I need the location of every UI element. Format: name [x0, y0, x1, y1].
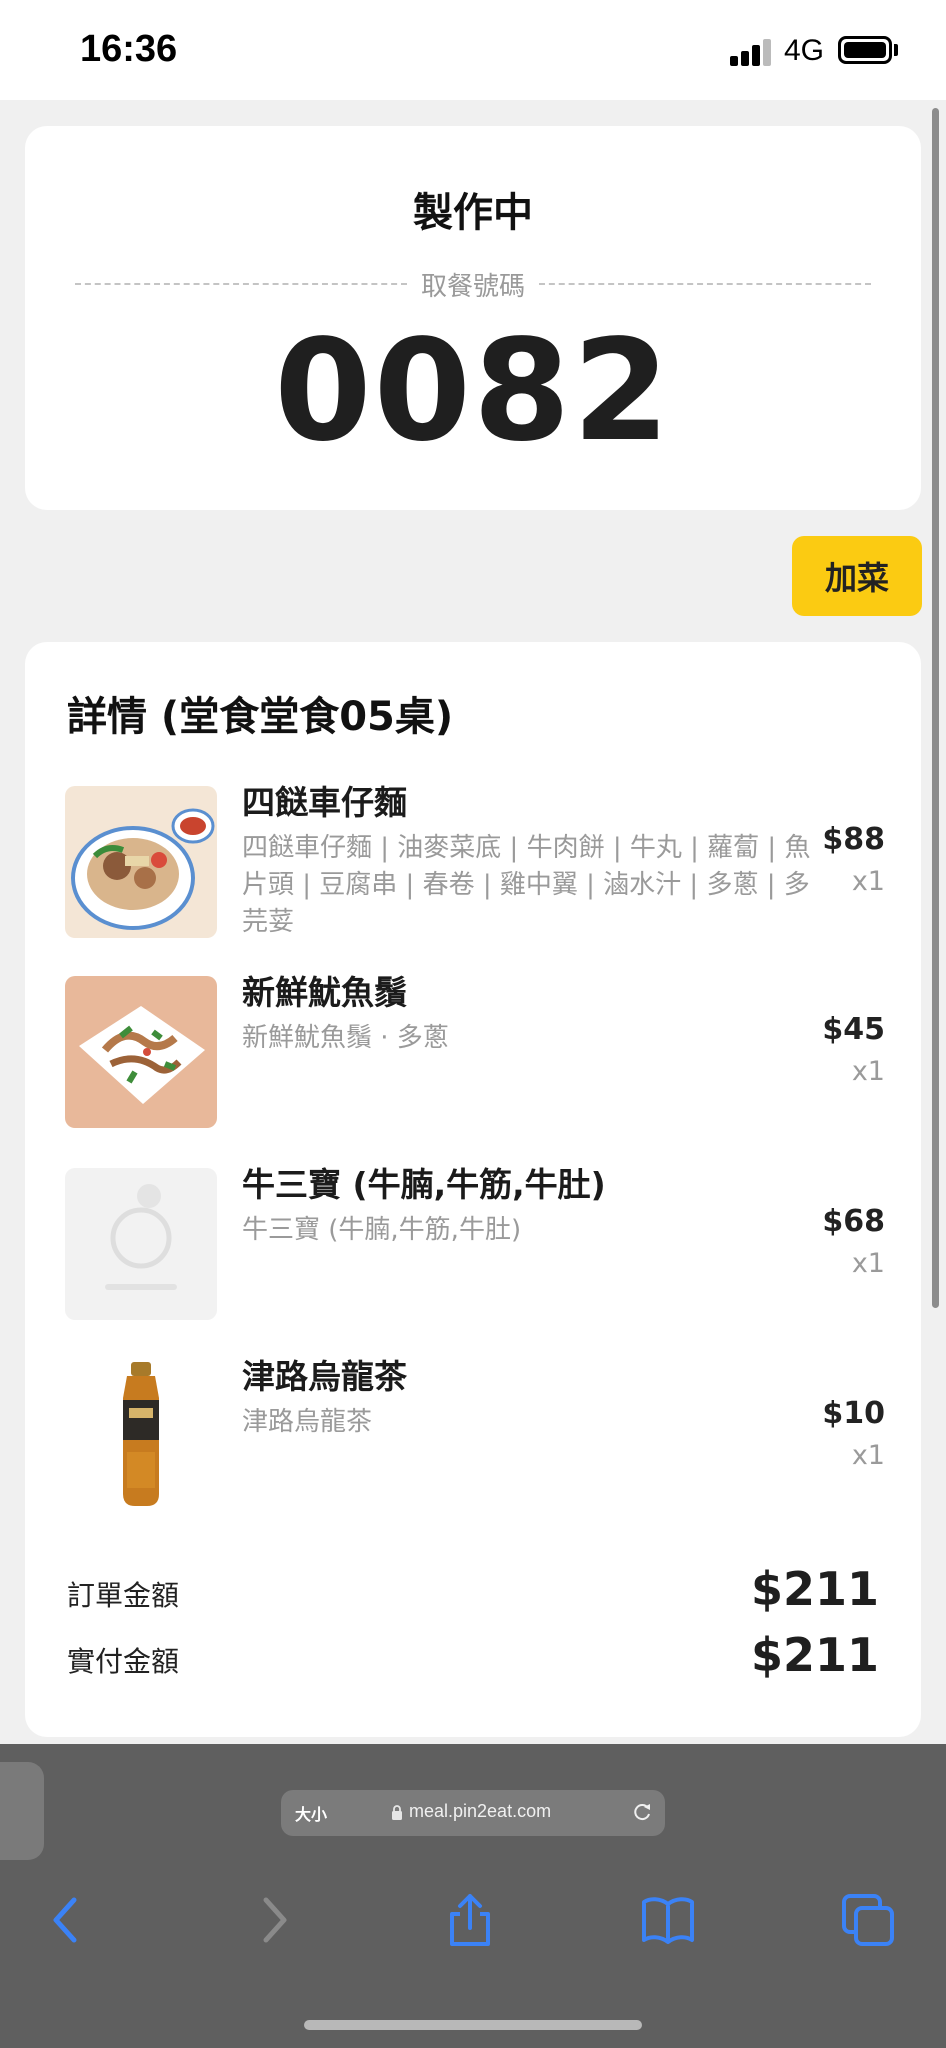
item-quantity: x1 — [851, 1248, 885, 1279]
tea-bottle-image — [65, 1360, 217, 1512]
pickup-divider: 取餐號碼 — [75, 264, 872, 304]
item-quantity: x1 — [851, 866, 885, 897]
item-quantity: x1 — [851, 1440, 885, 1471]
item-price: $45 — [822, 1012, 885, 1047]
order-item[interactable]: 四餸車仔麵 四餸車仔麵 | 油麥菜底 | 牛肉餅 | 牛丸 | 蘿蔔 | 魚片頭… — [65, 783, 885, 956]
item-description: 新鮮魷魚鬚 · 多蔥 — [242, 1023, 449, 1053]
order-status: 製作中 — [413, 190, 533, 236]
side-tab-handle[interactable] — [0, 1762, 44, 1860]
item-name: 牛三寶 (牛腩,牛筋,牛肚) — [242, 1165, 606, 1204]
address-bar[interactable]: 大小 meal.pin2eat.com — [281, 1790, 665, 1836]
lock-icon — [392, 1805, 402, 1820]
signal-icon — [730, 38, 772, 66]
item-name: 新鮮魷魚鬚 — [242, 973, 407, 1012]
squid-plate-image — [65, 976, 217, 1128]
paid-total-label: 實付金額 — [67, 1645, 180, 1678]
browser-toolbar: 大小 meal.pin2eat.com — [0, 1744, 946, 2048]
share-icon[interactable] — [442, 1892, 498, 1948]
add-dish-button[interactable]: 加菜 — [792, 536, 922, 616]
tabs-icon[interactable] — [840, 1892, 896, 1948]
item-price: $68 — [822, 1204, 885, 1239]
status-bar: 16:36 4G — [0, 0, 946, 100]
item-description: 牛三寶 (牛腩,牛筋,牛肚) — [242, 1215, 522, 1245]
network-label: 4G — [784, 34, 825, 67]
status-time: 16:36 — [80, 28, 178, 70]
order-item[interactable]: 津路烏龍茶 津路烏龍茶 $10 x1 — [65, 1357, 885, 1512]
order-item[interactable]: 新鮮魷魚鬚 新鮮魷魚鬚 · 多蔥 $45 x1 — [65, 973, 885, 1128]
home-indicator[interactable] — [304, 2020, 642, 2030]
battery-icon — [838, 36, 892, 64]
bookmarks-icon[interactable] — [640, 1892, 696, 1948]
dashed-line — [75, 283, 407, 285]
order-total-row: 訂單金額 $211 — [67, 1562, 879, 1622]
page-scrollbar[interactable] — [932, 108, 939, 1308]
item-description: 津路烏龍茶 — [242, 1407, 373, 1437]
order-item[interactable]: 牛三寶 (牛腩,牛筋,牛肚) 牛三寶 (牛腩,牛筋,牛肚) $68 x1 — [65, 1165, 885, 1320]
item-price: $88 — [822, 822, 885, 857]
item-price: $10 — [822, 1396, 885, 1431]
details-title: 詳情 (堂食堂食05桌) — [67, 694, 454, 740]
pickup-card: 製作中 取餐號碼 0082 — [25, 126, 921, 510]
order-total-label: 訂單金額 — [67, 1579, 180, 1612]
paid-total-row: 實付金額 $211 — [67, 1628, 879, 1688]
image-placeholder-icon — [65, 1168, 217, 1320]
reload-icon[interactable] — [631, 1801, 653, 1823]
item-description: 四餸車仔麵 | 油麥菜底 | 牛肉餅 | 牛丸 | 蘿蔔 | 魚片頭 | 豆腐串… — [242, 833, 811, 937]
forward-icon[interactable] — [244, 1892, 300, 1948]
pickup-number: 0082 — [274, 310, 672, 473]
pickup-label: 取餐號碼 — [421, 271, 526, 302]
url-text: meal.pin2eat.com — [409, 1801, 552, 1821]
item-name: 四餸車仔麵 — [242, 783, 407, 822]
item-name: 津路烏龍茶 — [242, 1357, 407, 1396]
dashed-line — [539, 283, 872, 285]
noodle-bowl-image — [65, 786, 217, 938]
item-quantity: x1 — [851, 1056, 885, 1087]
order-total-value: $211 — [750, 1562, 879, 1616]
text-size-button[interactable]: 大小 — [295, 1801, 327, 1825]
back-icon[interactable] — [40, 1892, 96, 1948]
paid-total-value: $211 — [750, 1628, 879, 1682]
order-details-card: 詳情 (堂食堂食05桌) 四餸車仔麵 四餸車仔麵 | 油麥菜底 | 牛肉餅 | … — [25, 642, 921, 1737]
battery-tip — [894, 44, 898, 56]
